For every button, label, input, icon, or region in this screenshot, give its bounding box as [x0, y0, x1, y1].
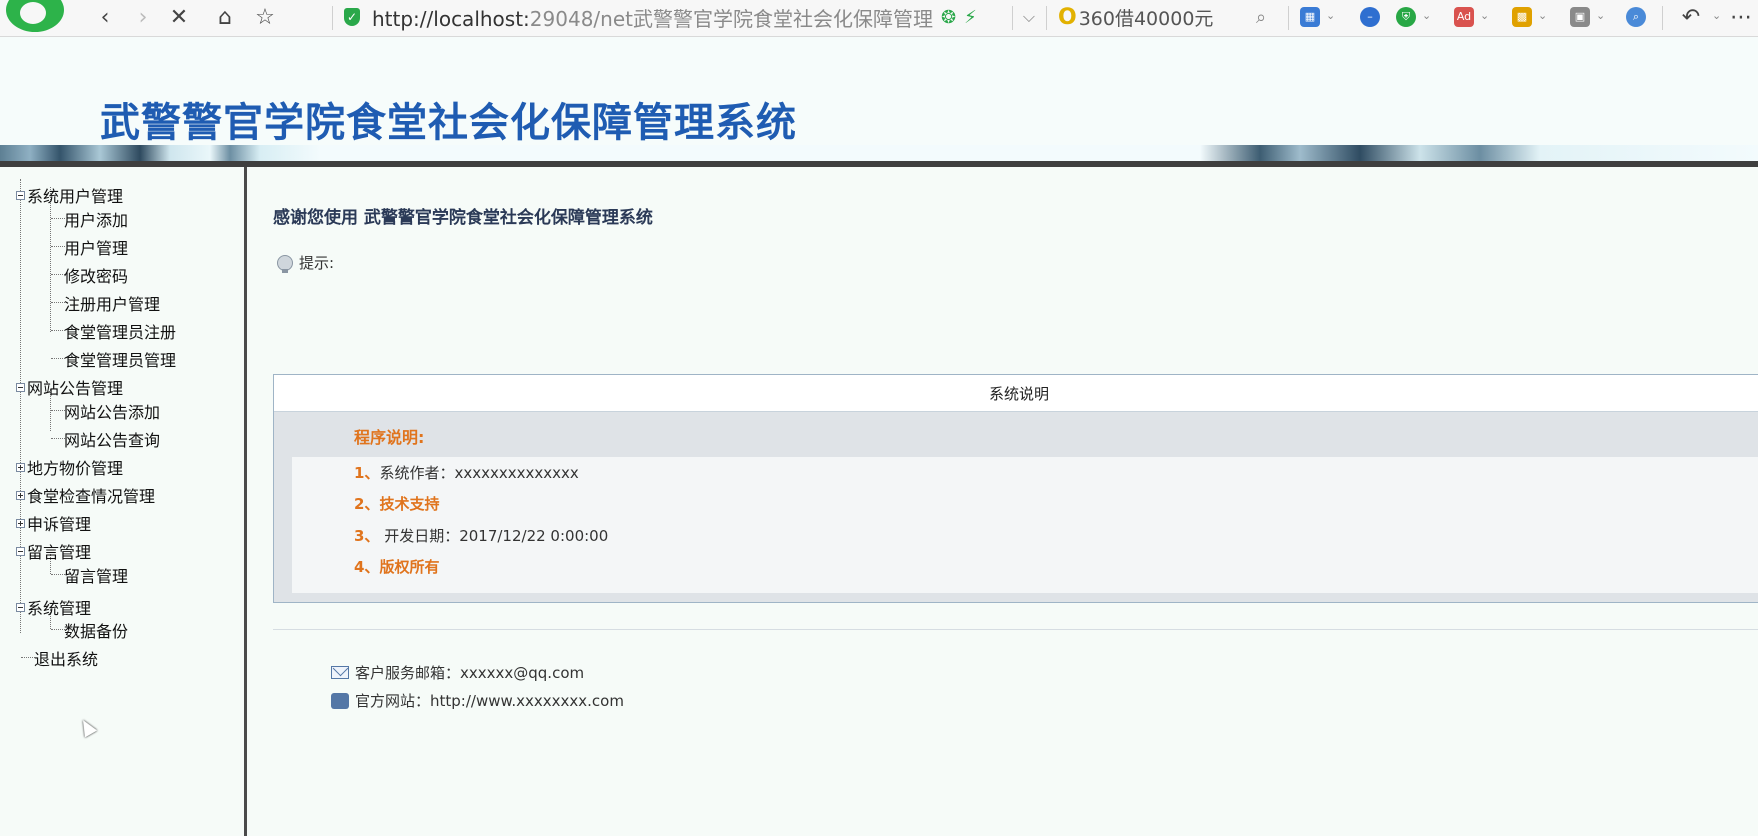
- chevron-down-icon[interactable]: ⌄: [1712, 9, 1721, 22]
- dropdown-chevron-icon[interactable]: ⌵: [1016, 4, 1042, 30]
- chevron-down-icon[interactable]: ⌄: [1480, 9, 1489, 22]
- security-shield-icon: ✓: [344, 8, 360, 26]
- tip-line: 提示:: [277, 252, 334, 273]
- shield-extension-icon[interactable]: ⛨: [1396, 7, 1416, 27]
- chevron-down-icon[interactable]: ⌄: [1596, 9, 1605, 22]
- refresh-speed-icon[interactable]: ❂: [941, 7, 956, 28]
- lightning-icon[interactable]: ⚡: [964, 7, 977, 28]
- sidebar-item-registered-users[interactable]: 注册用户管理: [64, 291, 160, 315]
- welcome-heading: 感谢您使用 武警警官学院食堂社会化保障管理系统: [273, 208, 653, 228]
- tree-connector: [51, 574, 65, 575]
- close-icon[interactable]: ✕: [166, 4, 192, 30]
- system-info-panel: 系统说明 程序说明: 1、系统作者：xxxxxxxxxxxxxx 2、技术支持 …: [273, 374, 1758, 603]
- forward-icon[interactable]: ›: [130, 4, 156, 30]
- tree-connector: [21, 657, 35, 658]
- tree-connector: [51, 246, 65, 247]
- lightbulb-icon: [277, 254, 293, 273]
- contact-email: 客户服务邮箱：xxxxxx@qq.com: [331, 662, 584, 683]
- info-item-copyright: 4、版权所有: [354, 558, 440, 576]
- info-item-support: 2、技术支持: [354, 495, 440, 513]
- tree-connector: [51, 410, 65, 411]
- sidebar-item-change-password[interactable]: 修改密码: [64, 263, 128, 287]
- search-engine-icon: O: [1058, 4, 1077, 30]
- toolbar-divider: [332, 6, 333, 30]
- sidebar-item-user-add[interactable]: 用户添加: [64, 207, 128, 231]
- magnifier-extension-icon[interactable]: ⌕: [1626, 7, 1646, 27]
- tree-connector: [51, 274, 65, 275]
- game-extension-icon[interactable]: ▩: [1512, 7, 1532, 27]
- toolbar-divider: [1288, 6, 1289, 30]
- toolbar-divider: [1662, 6, 1663, 30]
- sidebar-item-logout[interactable]: 退出系统: [34, 646, 98, 670]
- site-header: 武警警官学院食堂社会化保障管理系统: [0, 37, 1758, 146]
- browser-toolbar: ‹ › ✕ ⌂ ☆ ✓ http://localhost:29048/net武警…: [0, 0, 1758, 37]
- home-icon[interactable]: ⌂: [212, 4, 238, 30]
- pdf-extension-icon[interactable]: Ad: [1454, 7, 1474, 27]
- header-banner-image: [0, 145, 1758, 161]
- apps-extension-icon[interactable]: ▦: [1300, 7, 1320, 27]
- contact-website: 官方网站：http://www.xxxxxxxx.com: [331, 690, 624, 711]
- tree-group-system-users[interactable]: 系统用户管理: [16, 183, 123, 207]
- chevron-down-icon[interactable]: ⌄: [1538, 9, 1547, 22]
- toolbar-divider: [1012, 6, 1013, 30]
- site-title: 武警警官学院食堂社会化保障管理系统: [100, 100, 797, 146]
- more-icon[interactable]: ⋯: [1728, 4, 1754, 30]
- minus-extension-icon[interactable]: –: [1360, 7, 1380, 27]
- tree-trunk-line: [20, 179, 21, 633]
- tree-connector: [51, 358, 65, 359]
- browser-logo-icon[interactable]: [6, 0, 64, 32]
- info-item-author: 1、系统作者：xxxxxxxxxxxxxx: [354, 464, 579, 482]
- sidebar-item-announcement-query[interactable]: 网站公告查询: [64, 427, 160, 451]
- search-box[interactable]: O 360借40000元: [1058, 2, 1278, 32]
- search-text[interactable]: 360借40000元: [1079, 4, 1214, 31]
- info-item-date: 3、 开发日期：2017/12/22 0:00:00: [354, 527, 609, 545]
- sidebar-item-user-manage[interactable]: 用户管理: [64, 235, 128, 259]
- tree-connector: [51, 629, 65, 630]
- collapse-icon[interactable]: [16, 602, 25, 612]
- tree-group-canteen-inspection[interactable]: 食堂检查情况管理: [16, 483, 155, 507]
- undo-icon[interactable]: ↶: [1678, 4, 1704, 30]
- image-extension-icon[interactable]: ▣: [1570, 7, 1590, 27]
- sidebar-tree: 系统用户管理 用户添加 用户管理 修改密码 注册用户管理 食堂管理员注册 食堂管…: [0, 167, 247, 836]
- mouse-cursor-icon: [76, 716, 98, 738]
- address-bar[interactable]: ✓ http://localhost:29048/net武警警官学院食堂社会化保…: [344, 2, 1012, 32]
- collapse-icon[interactable]: [16, 190, 25, 200]
- tree-connector: [51, 438, 65, 439]
- tree-group-local-prices[interactable]: 地方物价管理: [16, 455, 123, 479]
- phone-icon: [331, 692, 349, 709]
- collapse-icon[interactable]: [16, 382, 25, 392]
- collapse-icon[interactable]: [16, 546, 25, 556]
- chevron-down-icon[interactable]: ⌄: [1422, 9, 1431, 22]
- expand-icon[interactable]: [16, 462, 25, 472]
- main-content: 感谢您使用 武警警官学院食堂社会化保障管理系统 提示: 系统说明 程序说明: 1…: [247, 167, 1758, 836]
- search-icon[interactable]: ⌕: [1248, 4, 1274, 30]
- expand-icon[interactable]: [16, 518, 25, 528]
- star-icon[interactable]: ☆: [252, 4, 278, 30]
- tree-group-announcements[interactable]: 网站公告管理: [16, 375, 123, 399]
- address-text[interactable]: http://localhost:29048/net武警警官学院食堂社会化保障管…: [372, 3, 933, 32]
- sidebar-item-announcement-add[interactable]: 网站公告添加: [64, 399, 160, 423]
- mail-icon: [331, 666, 349, 679]
- sidebar-item-canteen-admin-register[interactable]: 食堂管理员注册: [64, 319, 176, 343]
- toolbar-divider: [1046, 6, 1047, 30]
- back-icon[interactable]: ‹: [92, 4, 118, 30]
- chevron-down-icon[interactable]: ⌄: [1326, 9, 1335, 22]
- tree-group-complaints[interactable]: 申诉管理: [16, 511, 91, 535]
- program-description-title: 程序说明:: [354, 428, 425, 447]
- tree-connector: [51, 330, 65, 331]
- sidebar-item-message-manage[interactable]: 留言管理: [64, 563, 128, 587]
- sidebar-item-canteen-admin-manage[interactable]: 食堂管理员管理: [64, 347, 176, 371]
- tree-connector: [51, 302, 65, 303]
- panel-title: 系统说明: [274, 375, 1758, 412]
- content-divider: [273, 629, 1758, 630]
- sidebar-item-data-backup[interactable]: 数据备份: [64, 618, 128, 642]
- tree-branch-line: [50, 187, 51, 332]
- expand-icon[interactable]: [16, 490, 25, 500]
- tree-group-system[interactable]: 系统管理: [16, 595, 91, 619]
- tree-group-messages[interactable]: 留言管理: [16, 539, 91, 563]
- tree-connector: [51, 218, 65, 219]
